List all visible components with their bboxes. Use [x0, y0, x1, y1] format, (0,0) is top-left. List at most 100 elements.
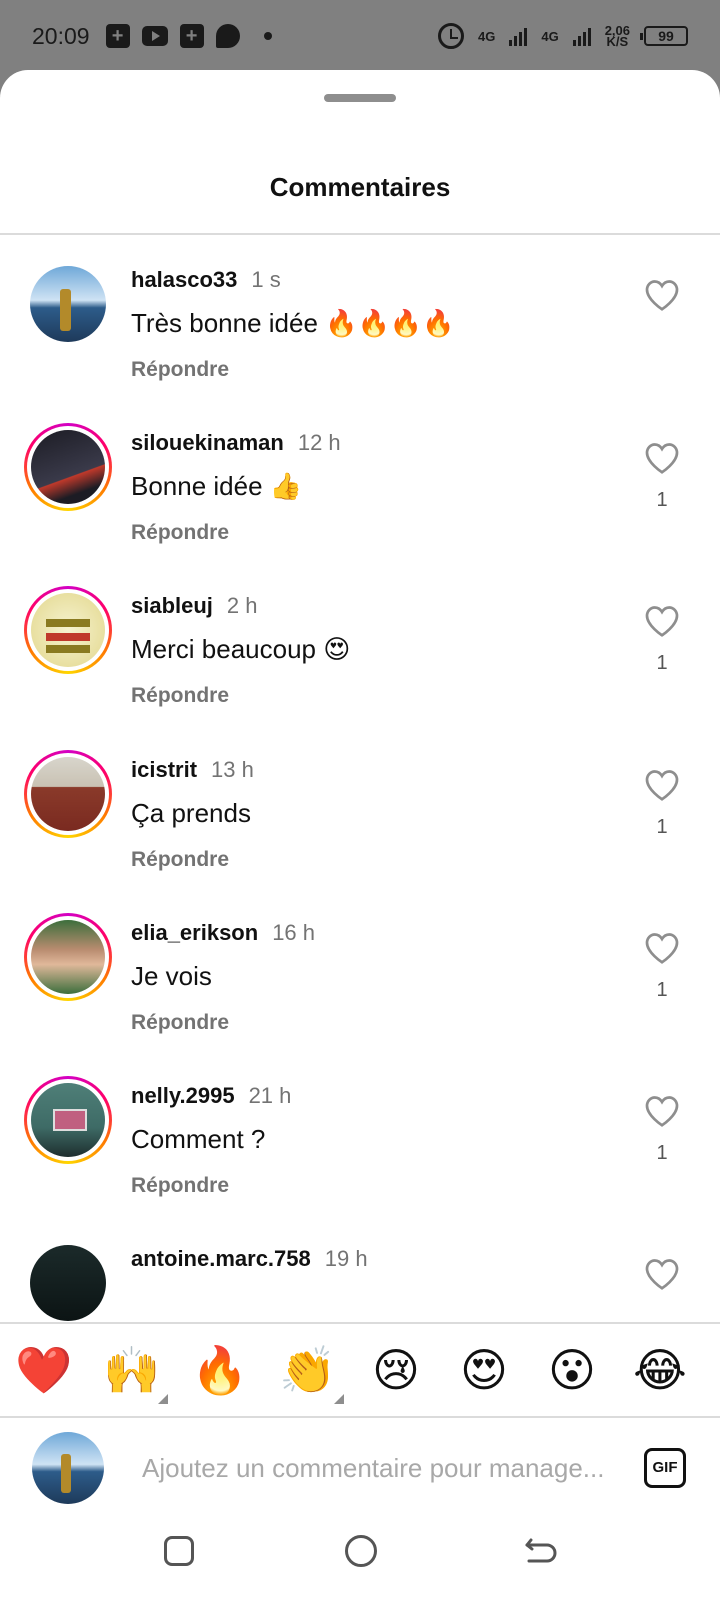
- avatar[interactable]: [24, 260, 112, 348]
- emoji-fire-button[interactable]: 🔥: [190, 1340, 250, 1400]
- avatar-image: [31, 757, 105, 831]
- emoji-glyph: 👏: [279, 1344, 337, 1396]
- comment-header: halasco33 1 s: [131, 267, 281, 293]
- avatar[interactable]: [24, 1239, 112, 1327]
- comment-text: Très bonne idée 🔥🔥🔥🔥: [131, 308, 455, 338]
- status-bar: 20:09 + + 4G 4G 2,06 K/S 99: [0, 0, 720, 72]
- title-divider: [0, 233, 720, 235]
- avatar-image: [31, 920, 105, 994]
- back-arrow-icon[interactable]: [523, 1536, 557, 1566]
- avatar[interactable]: [24, 913, 112, 1001]
- network-speed-unit: K/S: [606, 34, 629, 49]
- avatar-image: [31, 430, 105, 504]
- comment-item: halasco33 1 s Très bonne idée 🔥🔥🔥🔥 Répond…: [0, 238, 720, 406]
- app-notification-icon: [215, 24, 240, 48]
- comment-username[interactable]: antoine.marc.758: [131, 1246, 311, 1271]
- comment-item: siableuj 2 h Merci beaucoup 😍 Répondre 1: [0, 564, 720, 732]
- like-count: 1: [656, 652, 668, 674]
- emoji-variants-indicator: [158, 1394, 168, 1404]
- emoji-heart-eyes-button[interactable]: 😍: [454, 1340, 514, 1400]
- avatar-image: [30, 1245, 106, 1321]
- comment-item: nelly.2995 21 h Comment ? Répondre 1: [0, 1054, 720, 1222]
- heart-outline-icon[interactable]: [644, 604, 680, 638]
- heart-outline-icon[interactable]: [644, 278, 680, 312]
- emoji-raised-hands-button[interactable]: 🙌: [102, 1340, 168, 1404]
- reply-button[interactable]: Répondre: [131, 848, 229, 872]
- quick-emoji-bar: ❤️ 🙌 🔥 👏 😢 😍 😮 😂: [0, 1322, 720, 1418]
- drag-handle[interactable]: [324, 94, 396, 102]
- comment-time: 13 h: [211, 757, 254, 782]
- reply-button[interactable]: Répondre: [131, 684, 229, 708]
- network-type-2: 4G: [541, 28, 559, 44]
- heart-outline-icon[interactable]: [644, 1094, 680, 1128]
- comment-time: 2 h: [226, 593, 258, 618]
- avatar-image: [31, 593, 105, 667]
- comment-header: icistrit 13 h: [131, 757, 254, 783]
- avatar-image: [31, 1083, 105, 1157]
- comments-list[interactable]: halasco33 1 s Très bonne idée 🔥🔥🔥🔥 Répond…: [0, 238, 720, 1390]
- heart-outline-icon[interactable]: [644, 931, 680, 965]
- more-notifications-dot: [263, 32, 272, 40]
- reply-button[interactable]: Répondre: [131, 358, 229, 382]
- reply-button[interactable]: Répondre: [131, 1174, 229, 1198]
- heart-outline-icon[interactable]: [644, 441, 680, 475]
- emoji-laughing-button[interactable]: 😂: [630, 1340, 690, 1400]
- network-speed: 2,06 K/S: [605, 24, 630, 49]
- comment-username[interactable]: siableuj: [131, 593, 213, 618]
- add-notification-icon-2: +: [179, 24, 204, 48]
- comment-header: antoine.marc.758 19 h: [131, 1246, 368, 1272]
- emoji-variants-indicator: [334, 1394, 344, 1404]
- emoji-crying-button[interactable]: 😢: [366, 1340, 426, 1400]
- avatar[interactable]: [24, 423, 112, 511]
- comment-header: elia_erikson 16 h: [131, 920, 315, 946]
- sheet-title: Commentaires: [269, 172, 451, 202]
- my-avatar: [32, 1432, 104, 1504]
- avatar-image: [30, 266, 106, 342]
- comment-header: silouekinaman 12 h: [131, 430, 341, 456]
- comment-time: 21 h: [248, 1083, 292, 1108]
- reply-button[interactable]: Répondre: [131, 521, 229, 545]
- comment-text: Ça prends: [131, 798, 251, 828]
- emoji-heart-button[interactable]: ❤️: [14, 1340, 74, 1400]
- comment-username[interactable]: halasco33: [131, 267, 237, 292]
- comment-username[interactable]: nelly.2995: [131, 1083, 235, 1108]
- comment-time: 19 h: [324, 1246, 368, 1271]
- comment-username[interactable]: icistrit: [131, 757, 197, 782]
- comment-item: icistrit 13 h Ça prends Répondre 1: [0, 728, 720, 896]
- comment-header: siableuj 2 h: [131, 593, 258, 619]
- circle-icon[interactable]: [345, 1535, 377, 1567]
- comment-time: 1 s: [251, 267, 281, 292]
- avatar[interactable]: [24, 586, 112, 674]
- status-time: 20:09: [32, 22, 90, 49]
- comment-text: Comment ?: [131, 1124, 266, 1154]
- signal-strength-icon-2: [572, 26, 591, 46]
- square-icon[interactable]: [164, 1536, 194, 1566]
- comment-composer: GIF: [0, 1418, 720, 1528]
- battery-icon: 99: [640, 26, 688, 46]
- comment-input[interactable]: [142, 1442, 612, 1494]
- heart-outline-icon[interactable]: [644, 1257, 680, 1291]
- heart-outline-icon[interactable]: [644, 768, 680, 802]
- comment-time: 12 h: [297, 430, 341, 455]
- reply-button[interactable]: Répondre: [131, 1011, 229, 1035]
- avatar[interactable]: [24, 1076, 112, 1164]
- comment-username[interactable]: elia_erikson: [131, 920, 258, 945]
- like-count: 1: [656, 489, 668, 511]
- youtube-icon: [141, 26, 168, 46]
- emoji-glyph: 🙌: [103, 1344, 161, 1396]
- avatar[interactable]: [24, 750, 112, 838]
- network-type-1: 4G: [478, 28, 496, 44]
- comment-username[interactable]: silouekinaman: [131, 430, 284, 455]
- comment-header: nelly.2995 21 h: [131, 1083, 291, 1109]
- add-notification-icon: +: [105, 24, 130, 48]
- emoji-surprised-button[interactable]: 😮: [542, 1340, 602, 1400]
- emoji-clap-button[interactable]: 👏: [278, 1340, 344, 1404]
- comment-text: Je vois: [131, 961, 212, 991]
- comment-time: 16 h: [272, 920, 316, 945]
- like-count: 1: [656, 1142, 668, 1164]
- like-count: 1: [656, 979, 668, 1001]
- comment-text: Bonne idée 👍: [131, 471, 303, 501]
- comment-text: Merci beaucoup 😍: [131, 634, 351, 664]
- comment-item: elia_erikson 16 h Je vois Répondre 1: [0, 891, 720, 1059]
- gif-button[interactable]: GIF: [644, 1448, 686, 1488]
